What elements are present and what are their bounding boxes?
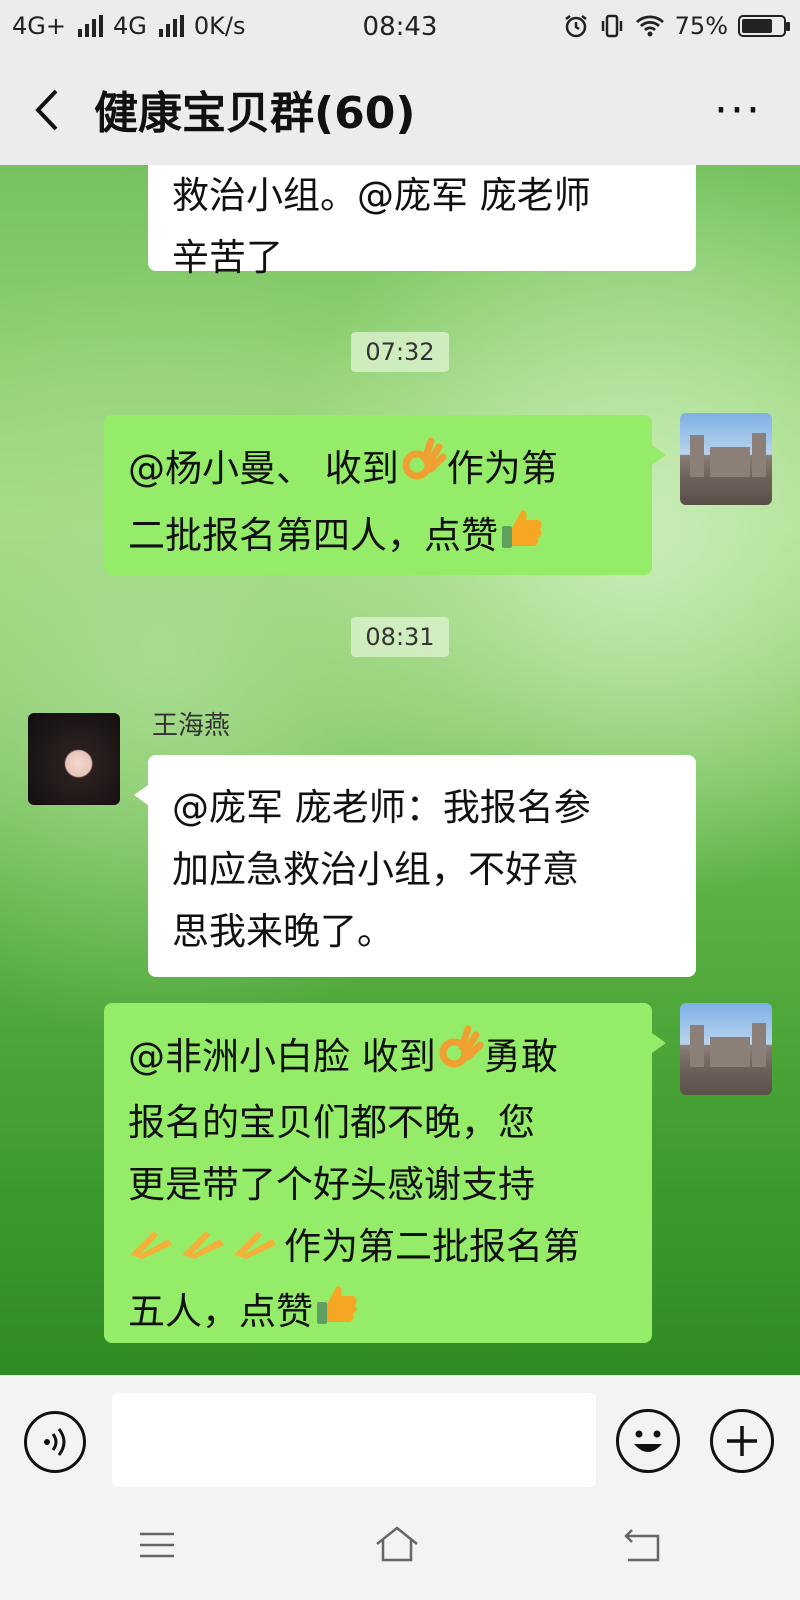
message-input[interactable] — [112, 1393, 596, 1487]
avatar[interactable] — [680, 1003, 772, 1095]
avatar-building-shape — [690, 1025, 704, 1067]
menu-icon[interactable] — [132, 1520, 182, 1570]
avatar-building-shape — [710, 1037, 750, 1067]
avatar-building-shape — [690, 435, 704, 477]
chevron-left-icon[interactable] — [28, 83, 68, 137]
battery-icon — [738, 15, 790, 37]
message-line: 加应急救治小组，不好意 — [172, 848, 579, 891]
timestamp-label: 07:32 — [351, 332, 449, 372]
message-line: 作为第二批报名第 — [284, 1225, 580, 1268]
ok-hand-emoji-icon — [399, 437, 447, 504]
avatar-building-shape — [710, 447, 750, 477]
avatar-building-shape — [752, 1023, 766, 1067]
chat-title: 健康宝贝群(60) — [94, 88, 416, 139]
timestamp: 08:31 — [0, 617, 800, 657]
home-icon[interactable] — [372, 1520, 422, 1570]
ok-hand-emoji-icon — [436, 1025, 484, 1092]
avatar[interactable] — [28, 713, 120, 805]
voice-icon-glyph — [44, 1428, 66, 1456]
thumbs-up-emoji-icon — [313, 1280, 361, 1347]
message-line: 作为第 — [446, 447, 558, 490]
clap-emoji-icon — [232, 1218, 284, 1280]
clap-emoji-icon — [180, 1218, 232, 1280]
status-bar: 4G+ 4G 0K/s 08:43 75% — [0, 0, 800, 55]
message-line-wrap: @杨小曼、 收到 作为第 — [128, 437, 628, 504]
message-line: @非洲小白脸 收到 — [128, 1035, 436, 1078]
timestamp-label: 08:31 — [351, 617, 449, 657]
return-icon[interactable] — [618, 1520, 668, 1570]
voice-icon[interactable] — [24, 1411, 86, 1473]
message-line: @庞军 庞老师：我报名参 — [172, 786, 591, 829]
clap-emoji-icon — [128, 1218, 180, 1280]
message-line: @杨小曼、 收到 — [128, 447, 399, 490]
message-line-wrap: 五人，点赞 — [128, 1280, 628, 1347]
vibrate-icon — [601, 14, 622, 38]
wifi-icon — [635, 15, 664, 37]
message-line: 二批报名第四人，点赞 — [128, 514, 498, 557]
alarm-icon — [564, 15, 587, 38]
plus-icon[interactable] — [710, 1409, 774, 1473]
message-bubble[interactable]: @非洲小白脸 收到 勇敢 报名的宝贝们都不晚，您 更是带了个好头感谢支持 作为第… — [104, 1003, 666, 1343]
input-bar — [0, 1375, 800, 1600]
chat-area[interactable]: 救治小组。@庞军 庞老师 辛苦了 07:32 @杨小曼、 收到 作为第 二批报名… — [0, 165, 800, 1375]
message-line: 救治小组。@庞军 庞老师 — [172, 174, 591, 217]
message-bubble[interactable]: @杨小曼、 收到 作为第 二批报名第四人，点赞 — [104, 415, 666, 575]
more-dots-icon[interactable]: ··· — [714, 85, 762, 136]
thumbs-up-emoji-icon — [498, 504, 546, 571]
message-line: 报名的宝贝们都不晚，您 — [128, 1101, 535, 1144]
message-line-wrap: @非洲小白脸 收到 勇敢 — [128, 1025, 628, 1092]
plus-icon-glyph — [727, 1426, 757, 1456]
avatar[interactable] — [680, 413, 772, 505]
system-nav-bar — [0, 1520, 800, 1580]
smiley-icon-glyph — [634, 1430, 662, 1452]
status-right: 75% — [563, 12, 790, 40]
sender-name: 王海燕 — [152, 711, 231, 741]
message-line: 辛苦了 — [172, 236, 283, 279]
title-bar: 健康宝贝群(60) ··· — [0, 55, 800, 165]
message-line-wrap: 二批报名第四人，点赞 — [128, 504, 628, 571]
battery-fill — [742, 19, 772, 33]
message-line: 五人，点赞 — [128, 1289, 313, 1333]
message-line: 勇敢 — [483, 1035, 558, 1078]
battery-percent: 75% — [674, 12, 728, 40]
message-line: 思我来晚了。 — [172, 910, 394, 953]
timestamp: 07:32 — [0, 332, 800, 372]
smiley-icon[interactable] — [616, 1409, 680, 1473]
message-bubble[interactable]: 救治小组。@庞军 庞老师 辛苦了 — [148, 165, 696, 279]
avatar-building-shape — [752, 433, 766, 477]
message-line: 更是带了个好头感谢支持 — [128, 1163, 535, 1206]
message-line-wrap: 作为第二批报名第 — [128, 1216, 628, 1280]
message-bubble[interactable]: @庞军 庞老师：我报名参 加应急救治小组，不好意 思我来晚了。 — [134, 755, 696, 977]
